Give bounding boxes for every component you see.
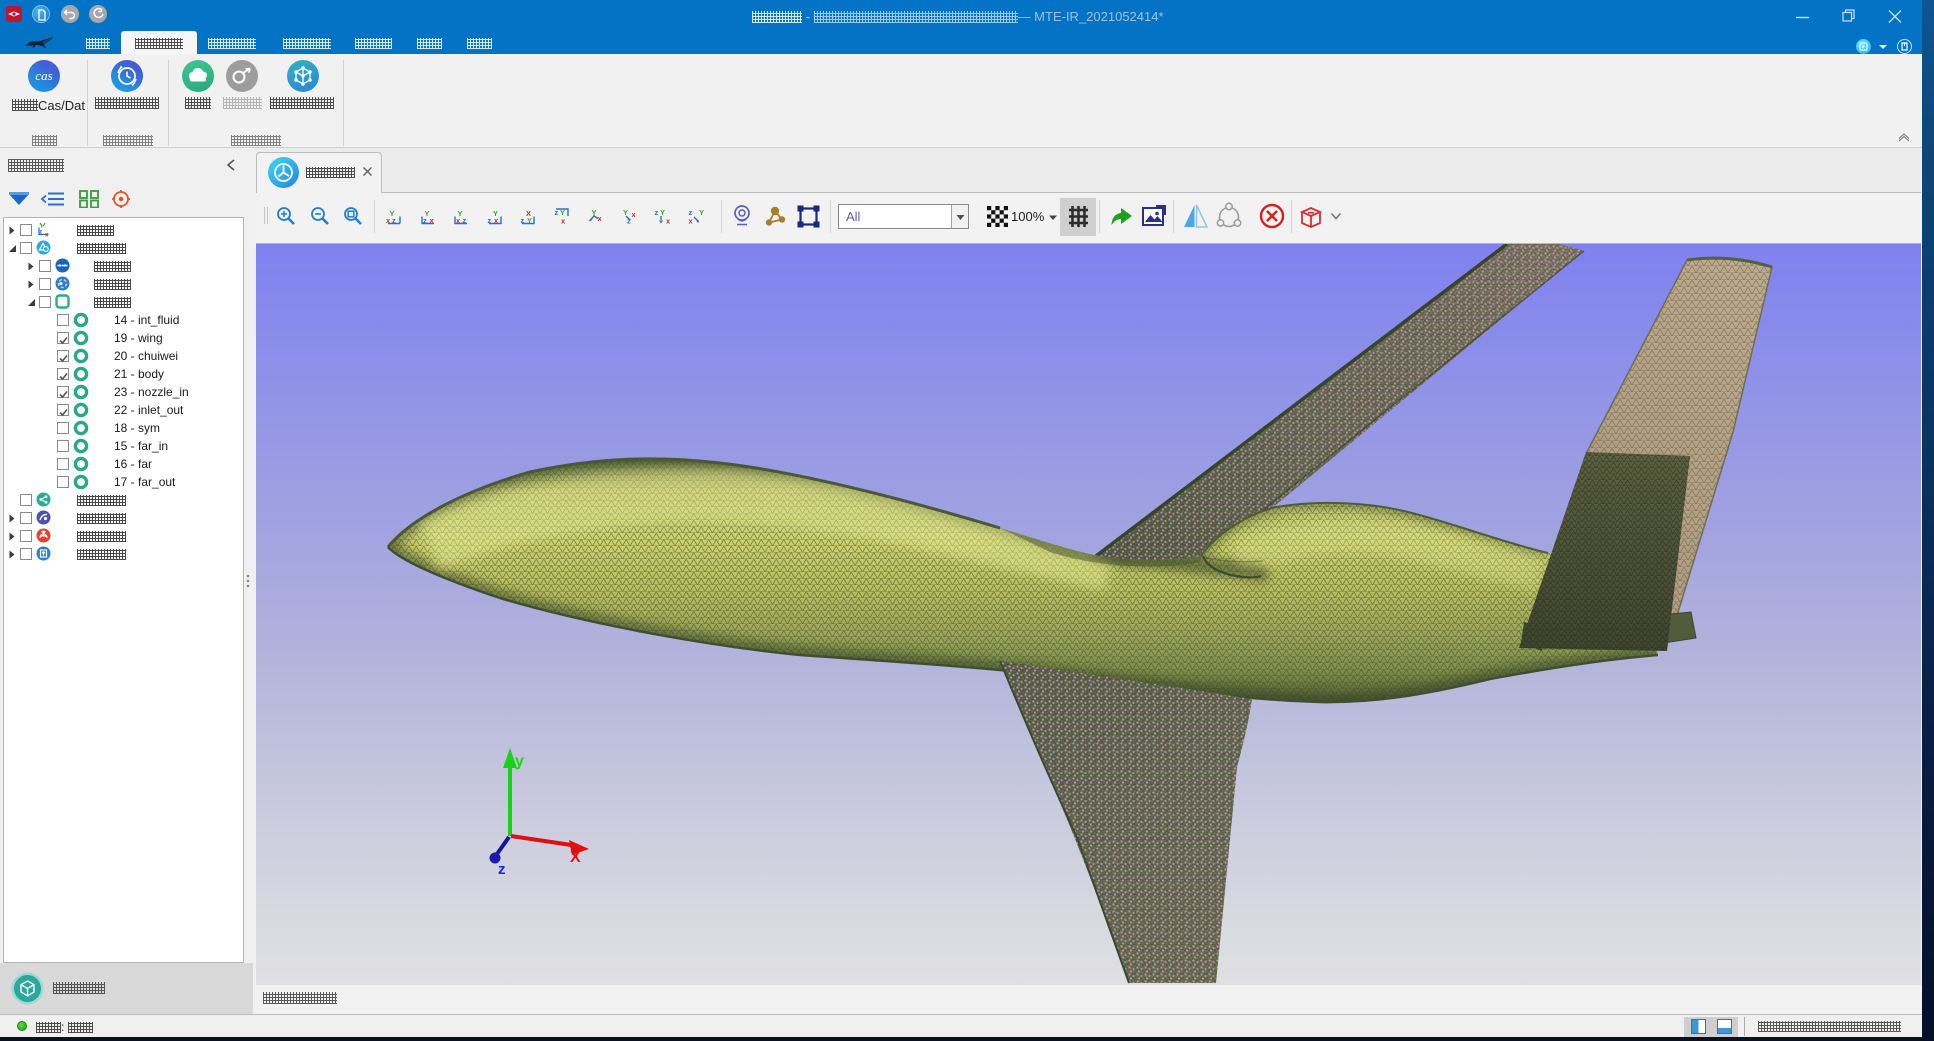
svg-text:x: x: [597, 214, 602, 223]
svg-text:Y: Y: [660, 208, 665, 217]
svg-text:Y: Y: [699, 208, 704, 217]
svg-text:z: z: [498, 861, 506, 878]
svg-text:x: x: [666, 217, 671, 226]
svg-text:X: X: [570, 849, 581, 866]
svg-text:z: z: [39, 230, 42, 236]
svg-text:x: x: [688, 217, 693, 226]
svg-text:y: y: [515, 753, 524, 770]
svg-text:x: x: [631, 210, 636, 219]
svg-text:z: z: [654, 208, 658, 217]
svg-text:x: x: [561, 217, 566, 226]
